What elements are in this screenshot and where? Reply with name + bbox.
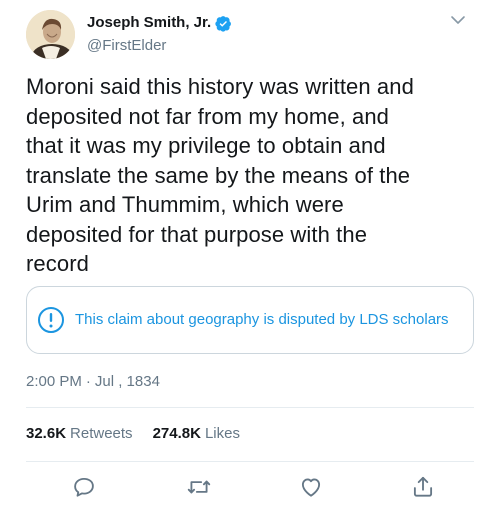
tweet-text: Moroni said this history was written and…	[26, 74, 414, 276]
chevron-down-icon[interactable]	[448, 10, 468, 30]
portrait-image	[26, 10, 75, 59]
share-icon[interactable]	[410, 474, 436, 500]
retweets-count: 32.6K	[26, 425, 67, 442]
timestamp[interactable]: 2:00 PM · Jul , 1834	[26, 372, 160, 392]
author-name[interactable]: Joseph Smith, Jr.	[87, 13, 232, 33]
like-icon[interactable]	[298, 474, 324, 500]
author-name-text: Joseph Smith, Jr.	[87, 14, 212, 31]
divider	[26, 407, 474, 408]
action-bar	[26, 468, 474, 508]
tweet-date: Jul , 1834	[94, 373, 160, 390]
reply-icon[interactable]	[71, 474, 97, 500]
notice-text: This claim about geography is disputed b…	[75, 311, 449, 328]
author-handle[interactable]: @FirstElder	[87, 36, 166, 56]
verified-badge-icon	[215, 15, 232, 32]
retweets-label: Retweets	[70, 425, 133, 442]
info-circle-icon	[38, 307, 64, 333]
tweet-card: Joseph Smith, Jr. @FirstElder Moroni sai…	[0, 0, 480, 511]
timestamp-separator: ·	[85, 373, 91, 390]
retweet-icon[interactable]	[186, 474, 212, 500]
tweet-stats: 32.6K Retweets 274.8K Likes	[26, 424, 240, 444]
likes-count: 274.8K	[152, 425, 201, 442]
retweets-stat[interactable]: 32.6K Retweets	[26, 424, 133, 444]
likes-stat[interactable]: 274.8K Likes	[153, 424, 240, 444]
divider	[26, 461, 474, 462]
tweet-time: 2:00 PM	[26, 373, 82, 390]
disputed-notice[interactable]: This claim about geography is disputed b…	[26, 286, 474, 354]
likes-label: Likes	[204, 425, 240, 442]
avatar[interactable]	[26, 10, 75, 59]
